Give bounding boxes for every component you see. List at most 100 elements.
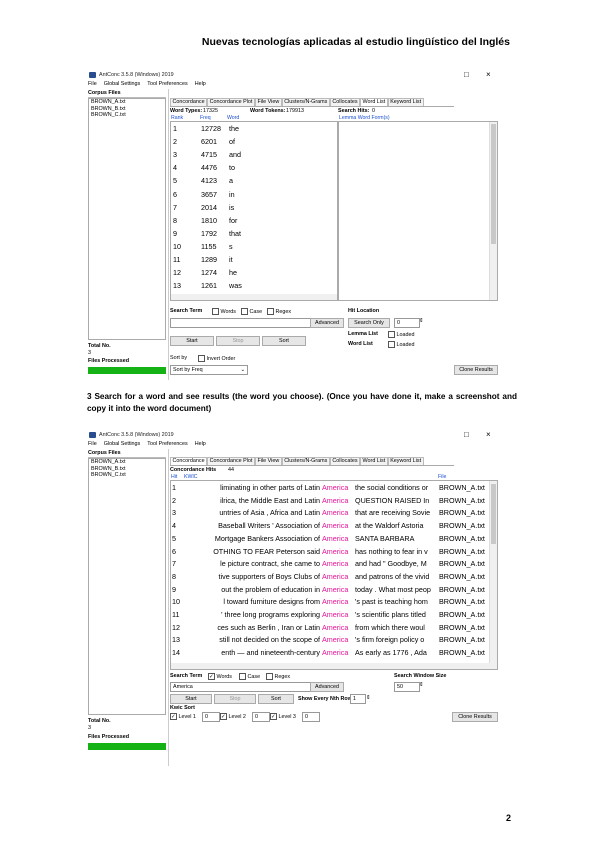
spinner-icon[interactable]: ⇕: [366, 695, 371, 701]
table-row[interactable]: 4 Baseball Writers ' Association of Americ…: [171, 520, 497, 532]
kwic-right-context: from which there woul: [355, 622, 425, 632]
level2-checkbox[interactable]: ✓ Level 2: [220, 713, 246, 720]
tab-keyword-list[interactable]: Keyword List: [387, 98, 424, 106]
menu-file[interactable]: File: [88, 81, 97, 89]
word-tokens-label: Word Tokens:: [250, 108, 286, 114]
tab-keyword-list[interactable]: Keyword List: [387, 457, 424, 465]
table-row[interactable]: 8 1810 for: [171, 215, 337, 227]
search-input[interactable]: [170, 318, 312, 328]
tab-clusters[interactable]: Clusters/N-Grams: [281, 98, 330, 106]
menu-global-settings[interactable]: Global Settings: [104, 81, 141, 89]
table-row[interactable]: 7 le picture contract, she came to America…: [171, 558, 497, 570]
word-list-table[interactable]: 1 12728 the 2 6201 of 3 4715 and 4 4476 to 5 4123 a 6 36…: [170, 121, 338, 301]
tab-file-view[interactable]: File View: [254, 457, 282, 465]
window-size-input[interactable]: 50: [394, 682, 420, 692]
table-row[interactable]: 4 4476 to: [171, 162, 337, 174]
table-row[interactable]: 10 l toward furniture designs from America…: [171, 596, 497, 608]
table-row[interactable]: 10 1155 s: [171, 241, 337, 253]
sort-select[interactable]: Sort by Freq ⌄: [170, 365, 248, 375]
level2-input[interactable]: 0: [252, 712, 270, 722]
vertical-scrollbar[interactable]: [489, 481, 497, 669]
table-row[interactable]: 11 1289 it: [171, 254, 337, 266]
show-every-nth-input[interactable]: 1: [350, 694, 366, 704]
table-row[interactable]: 2 ilrica, the Middle East and Latin Americ…: [171, 495, 497, 507]
table-row[interactable]: 3 untries of Asia , Africa and Latin Ameri…: [171, 507, 497, 519]
close-icon[interactable]: ×: [486, 70, 491, 79]
table-row[interactable]: 13 1261 was: [171, 280, 337, 292]
table-row[interactable]: 11 ' three long programs exploring America…: [171, 609, 497, 621]
tab-concordance[interactable]: Concordance: [170, 98, 208, 106]
advanced-button[interactable]: Advanced: [310, 682, 344, 692]
corpus-file-list[interactable]: BROWN_A.txt BROWN_B.txt BROWN_C.txt: [88, 458, 166, 715]
search-input[interactable]: America: [170, 682, 312, 692]
level3-input[interactable]: 0: [302, 712, 320, 722]
tab-file-view[interactable]: File View: [254, 98, 282, 106]
corpus-file-list[interactable]: BROWN_A.txt BROWN_B.txt BROWN_C.txt: [88, 98, 166, 340]
tab-concordance-plot[interactable]: Concordance Plot: [207, 457, 255, 465]
tab-collocates[interactable]: Collocates: [329, 457, 361, 465]
table-row[interactable]: 14 enth — and nineteenth-century America As…: [171, 647, 497, 659]
start-button[interactable]: Start: [170, 336, 214, 346]
case-checkbox[interactable]: Case: [241, 308, 262, 315]
lemma-table[interactable]: [338, 121, 498, 301]
table-row[interactable]: 5 4123 a: [171, 175, 337, 187]
tab-collocates[interactable]: Collocates: [329, 98, 361, 106]
search-only-button[interactable]: Search Only: [348, 318, 390, 328]
spinner-icon[interactable]: ⇕: [419, 318, 424, 324]
table-row[interactable]: 6 OTHING TO FEAR Peterson said America has …: [171, 546, 497, 558]
sort-button[interactable]: Sort: [258, 694, 294, 704]
invert-order-checkbox[interactable]: Invert Order: [198, 355, 235, 362]
vertical-scrollbar[interactable]: [489, 122, 497, 300]
menu-help[interactable]: Help: [195, 81, 206, 89]
sort-button[interactable]: Sort: [262, 336, 306, 346]
lemma-loaded-checkbox[interactable]: Loaded: [388, 331, 415, 338]
start-button[interactable]: Start: [170, 694, 212, 704]
menu-tool-preferences[interactable]: Tool Preferences: [147, 441, 187, 449]
hit-location-input[interactable]: 0: [394, 318, 420, 328]
tab-concordance-plot[interactable]: Concordance Plot: [207, 98, 255, 106]
spinner-icon[interactable]: ⇕: [419, 682, 424, 688]
table-row[interactable]: 5 Mortgage Bankers Association of America S…: [171, 533, 497, 545]
tab-concordance[interactable]: Concordance: [170, 457, 208, 465]
table-row[interactable]: 3 4715 and: [171, 149, 337, 161]
table-row[interactable]: 9 1792 that: [171, 228, 337, 240]
menu-file[interactable]: File: [88, 441, 97, 449]
level3-checkbox[interactable]: ✓ Level 3: [270, 713, 296, 720]
table-row[interactable]: 12 1274 he: [171, 267, 337, 279]
corpus-file-item[interactable]: BROWN_C.txt: [89, 112, 165, 119]
menu-help[interactable]: Help: [195, 441, 206, 449]
concordance-table[interactable]: 1 liminating in other parts of Latin Ameri…: [170, 480, 498, 670]
clone-results-button[interactable]: Clone Results: [452, 712, 498, 722]
table-row[interactable]: 6 3657 in: [171, 189, 337, 201]
table-row[interactable]: 1 liminating in other parts of Latin Ameri…: [171, 482, 497, 494]
regex-checkbox[interactable]: Regex: [267, 308, 291, 315]
minimize-icon[interactable]: □: [464, 70, 469, 79]
table-row[interactable]: 2 6201 of: [171, 136, 337, 148]
advanced-button[interactable]: Advanced: [310, 318, 344, 328]
horizontal-scrollbar[interactable]: [171, 663, 497, 669]
words-checkbox[interactable]: Words: [212, 308, 236, 315]
table-row[interactable]: 7 2014 is: [171, 202, 337, 214]
table-row[interactable]: 12 ces such as Berlin , Iran or Latin Amer…: [171, 622, 497, 634]
close-icon[interactable]: ×: [486, 430, 491, 439]
table-row[interactable]: 8 tive supporters of Boys Clubs of America…: [171, 571, 497, 583]
case-checkbox[interactable]: Case: [239, 673, 260, 680]
tab-clusters[interactable]: Clusters/N-Grams: [281, 457, 330, 465]
minimize-icon[interactable]: □: [464, 430, 469, 439]
menu-global-settings[interactable]: Global Settings: [104, 441, 141, 449]
words-checkbox[interactable]: ✓ Words: [208, 673, 232, 680]
table-row[interactable]: 13 still not decided on the scope of Ameri…: [171, 634, 497, 646]
tab-word-list[interactable]: Word List: [360, 98, 388, 106]
wordlist-loaded-checkbox[interactable]: Loaded: [388, 341, 415, 348]
level1-input[interactable]: 0: [202, 712, 220, 722]
level1-checkbox[interactable]: ✓ Level 1: [170, 713, 196, 720]
table-row[interactable]: 1 12728 the: [171, 123, 337, 135]
clone-results-button[interactable]: Clone Results: [454, 365, 498, 375]
regex-checkbox[interactable]: Regex: [266, 673, 290, 680]
tab-word-list[interactable]: Word List: [360, 457, 388, 465]
word-cell: he: [229, 268, 237, 278]
horizontal-scrollbar[interactable]: [171, 294, 337, 300]
corpus-file-item[interactable]: BROWN_C.txt: [89, 472, 165, 479]
menu-tool-preferences[interactable]: Tool Preferences: [147, 81, 187, 89]
table-row[interactable]: 9 out the problem of education in America t…: [171, 584, 497, 596]
